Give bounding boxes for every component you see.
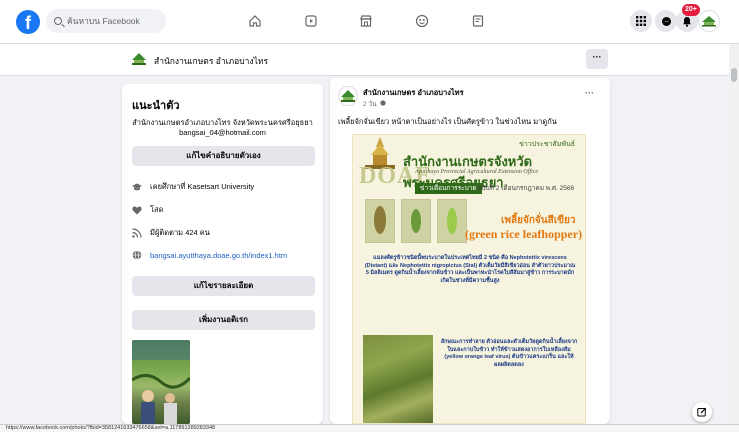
- post-meta: 2 วัน: [363, 99, 386, 109]
- poster-body-text: แมลงศัตรูข้าวชนิดนี้พบระบาดในประเทศไทยมี…: [364, 255, 576, 284]
- education-row: เคยศึกษาที่ Kasetsart University: [132, 181, 254, 193]
- poster-pest-english: (green rice leafhopper): [465, 227, 583, 241]
- post-card: สำนักงานเกษตร อำเภอบางไทร 2 วัน ··· เพลี…: [330, 78, 610, 424]
- rss-icon: [132, 228, 142, 238]
- post-more-button[interactable]: ···: [585, 88, 594, 98]
- top-navigation-bar: f ค้นหาบน Facebook 20+: [0, 0, 739, 44]
- poster-issue: ฉบับที่ 2 เดือนกรกฎาคม พ.ศ. 2566: [477, 185, 575, 192]
- leafhopper-photo-2: [401, 199, 431, 243]
- relationship-row: โสด: [132, 204, 163, 216]
- groups-icon[interactable]: [413, 12, 431, 30]
- page-more-button[interactable]: ···: [586, 49, 608, 69]
- facebook-logo[interactable]: f: [16, 10, 40, 34]
- gaming-icon[interactable]: [469, 12, 487, 30]
- edit-details-button[interactable]: แก้ไขรายละเอียด: [132, 276, 315, 296]
- add-featured-button[interactable]: เพิ่มงานอดิเรก: [132, 310, 315, 330]
- followers-text: มีผู้ติดตาม 424 คน: [150, 228, 210, 237]
- leafhopper-photo-1: [365, 199, 395, 243]
- browser-status-url: https://www.facebook.com/photo/?fbid=358…: [0, 424, 739, 432]
- edit-bio-button[interactable]: แก้ไขคำอธิบายตัวเอง: [132, 146, 315, 166]
- marketplace-icon[interactable]: [357, 12, 375, 30]
- featured-photo[interactable]: [132, 340, 190, 424]
- poster-subtitle: Ayutthaya Provincial Agricultural Extens…: [415, 169, 538, 175]
- heart-icon: [132, 205, 142, 215]
- search-placeholder: ค้นหาบน Facebook: [67, 16, 140, 26]
- home-icon[interactable]: [246, 12, 264, 30]
- poster-damage-text: ลักษณะการทำลาย ตัวอ่อนและตัวเต็มวัยดูดกิ…: [440, 339, 578, 368]
- notification-count-badge: 20+: [682, 4, 700, 16]
- globe-icon: [132, 250, 142, 260]
- public-globe-icon: [379, 100, 386, 108]
- page-title[interactable]: สำนักงานเกษตร อำเภอบางไทร: [154, 54, 268, 68]
- relationship-text: โสด: [150, 205, 164, 214]
- intro-card: แนะนำตัว สำนักงานเกษตรอำเภอบางไทร จังหวั…: [122, 84, 323, 424]
- page-scrollbar[interactable]: [729, 44, 739, 424]
- menu-grid-icon[interactable]: [630, 10, 652, 32]
- new-message-button[interactable]: [692, 402, 712, 422]
- search-input[interactable]: ค้นหาบน Facebook: [46, 9, 166, 33]
- poster-top-label: ข่าวประชาสัมพันธ์: [519, 141, 575, 148]
- post-caption: เพลี้ยจักจั่นเขียว หน้าตาเป็นอย่างไร เป็…: [338, 117, 557, 126]
- intro-heading: แนะนำตัว: [132, 100, 180, 112]
- post-time[interactable]: 2 วัน: [363, 99, 377, 109]
- followers-row: มีผู้ติดตาม 424 คน: [132, 227, 210, 239]
- graduation-cap-icon: [132, 182, 142, 192]
- account-avatar[interactable]: [698, 10, 720, 32]
- messenger-icon[interactable]: [655, 10, 677, 32]
- compose-icon: [697, 407, 707, 417]
- watch-icon[interactable]: [302, 12, 320, 30]
- poster-tag: ข่าวเตือนการระบาด: [415, 183, 482, 194]
- post-author-name[interactable]: สำนักงานเกษตร อำเภอบางไทร: [363, 87, 464, 99]
- intro-email: bangsai_04@hotmail.com: [179, 128, 266, 137]
- post-image[interactable]: DOAE ข่าวประชาสัมพันธ์ สำนักงานเกษตรจังห…: [352, 134, 586, 424]
- leafhopper-photo-3: [437, 199, 467, 243]
- scrollbar-thumb[interactable]: [731, 68, 737, 82]
- website-row: bangsai.ayutthaya.doae.go.th/index1.htm: [132, 250, 287, 260]
- education-text: เคยศึกษาที่ Kasetsart University: [150, 182, 255, 191]
- page-header: สำนักงานเกษตร อำเภอบางไทร ···: [0, 44, 729, 76]
- post-author-avatar[interactable]: [338, 86, 358, 106]
- search-icon: [54, 17, 62, 25]
- website-link[interactable]: bangsai.ayutthaya.doae.go.th/index1.htm: [150, 251, 287, 260]
- poster-pest-thai: เพลี้ยจักจั่นสีเขียว: [501, 215, 576, 226]
- page-logo-icon: [132, 53, 146, 65]
- rice-plant-photo: [363, 335, 433, 423]
